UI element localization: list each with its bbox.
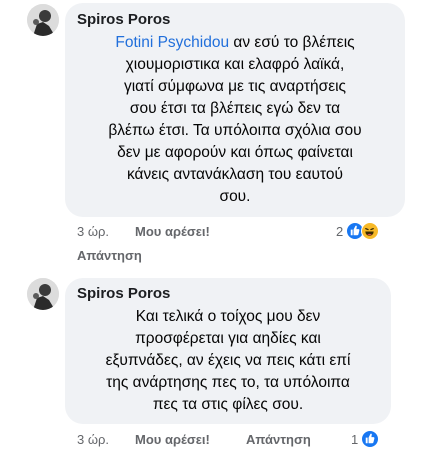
- reply-button[interactable]: Απάντηση: [246, 432, 311, 447]
- comment-2: Spiros Poros Και τελικά ο τοίχος μου δεν…: [0, 270, 428, 454]
- comment-line: σου έτσι τα βλέπεις εγώ δεν τα: [129, 100, 341, 117]
- comment-time[interactable]: 3 ώρ.: [77, 432, 109, 447]
- comment-line: γιατί σύμφωνα με τις αναρτήσεις: [123, 78, 347, 95]
- comment-text: Fotini Psychidou αν εσύ το βλέπεις χιουμ…: [66, 32, 404, 208]
- comment-line: δεν με αφορούν και όπως φαίνεται: [117, 144, 353, 161]
- comment-line: χιουμοριστικα και ελαφρό λαϊκά,: [125, 56, 345, 73]
- comment-line: εξυπνάδες, αν έχεις να πεις κάτι επί: [105, 352, 351, 369]
- comment-line: πες τα στις φίλες σου.: [152, 396, 304, 413]
- mention-link[interactable]: Fotini Psychidou: [115, 34, 229, 51]
- comment-line: κάνεις αντανάκλαση του εαυτού: [126, 166, 344, 183]
- comment-line: προσφέρεται για αηδίες και: [135, 330, 321, 347]
- comment-text: Και τελικά ο τοίχος μου δεν προσφέρεται …: [66, 306, 390, 416]
- reaction-count[interactable]: 1: [351, 432, 358, 447]
- comment-line-text: αν εσύ το βλέπεις: [229, 34, 355, 51]
- reply-button[interactable]: Απάντηση: [77, 248, 142, 263]
- avatar-image: [27, 4, 59, 36]
- like-icon[interactable]: [361, 430, 379, 448]
- comment-line: Και τελικά ο τοίχος μου δεν: [135, 308, 321, 325]
- avatar[interactable]: [27, 4, 59, 36]
- comment-line: Fotini Psychidou αν εσύ το βλέπεις: [66, 32, 404, 54]
- comment-time[interactable]: 3 ώρ.: [77, 224, 109, 239]
- reaction-count[interactable]: 2: [336, 224, 343, 239]
- comment-1: Spiros Poros Fotini Psychidou αν εσύ το …: [0, 0, 428, 270]
- avatar[interactable]: [27, 278, 59, 310]
- like-button[interactable]: Μου αρέσει!: [135, 224, 210, 239]
- like-button[interactable]: Μου αρέσει!: [135, 432, 210, 447]
- comment-line: της ανάρτησης πες το, τα υπόλοιπα: [106, 374, 350, 391]
- comment-line: σου.: [219, 188, 251, 205]
- comment-author[interactable]: Spiros Poros: [77, 285, 170, 302]
- avatar-image: [27, 278, 59, 310]
- comment-line: βλέπω έτσι. Τα υπόλοιπα σχόλια σου: [108, 122, 362, 139]
- haha-icon[interactable]: [361, 222, 379, 240]
- comment-author[interactable]: Spiros Poros: [77, 11, 170, 28]
